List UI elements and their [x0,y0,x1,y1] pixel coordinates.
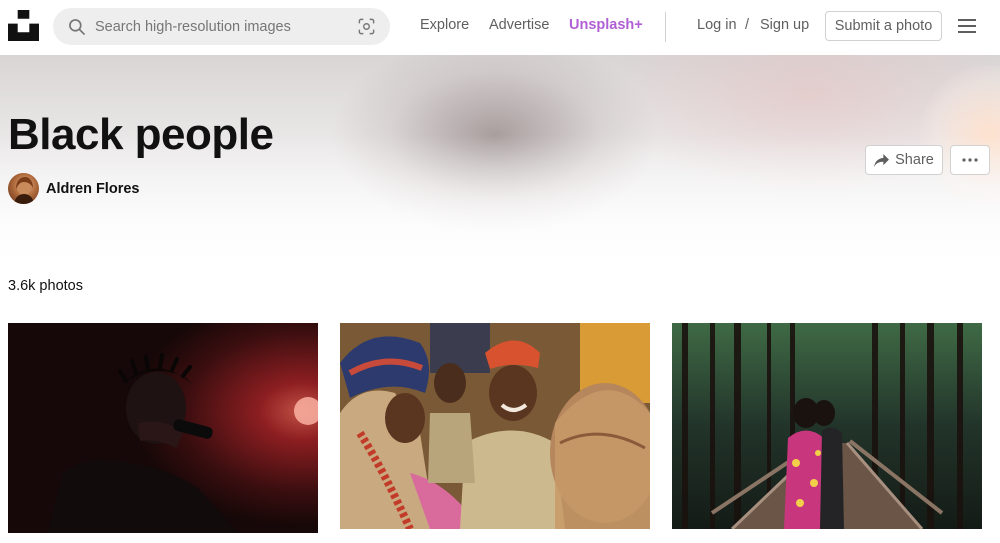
visual-search-icon[interactable] [357,17,376,36]
auth-separator: / [745,17,750,33]
avatar-portrait [14,177,34,204]
share-label: Share [895,152,934,168]
search-icon[interactable] [67,17,87,37]
signup-link[interactable]: Sign up [760,17,809,33]
photo-card-forest-walk[interactable] [672,323,982,529]
share-arrow-icon [874,153,890,167]
nav-divider [665,12,666,42]
login-link[interactable]: Log in [697,17,737,33]
nav-advertise-link[interactable]: Advertise [489,17,549,33]
search-bar [53,8,390,45]
photo-count: 3.6k photos [8,278,83,294]
collection-title: Black people [8,110,274,159]
photo-card-performer[interactable] [8,323,318,533]
share-button[interactable]: Share [865,145,943,175]
photo-card-wedding[interactable] [340,323,650,529]
hamburger-menu-icon[interactable] [958,18,976,34]
submit-photo-button[interactable]: Submit a photo [825,11,942,41]
more-actions-button[interactable] [950,145,990,175]
nav-unsplash-plus-link[interactable]: Unsplash+ [569,17,643,33]
search-input[interactable] [95,8,345,45]
nav-explore-link[interactable]: Explore [420,17,469,33]
unsplash-logo-icon[interactable] [8,10,39,41]
author-name-link[interactable]: Aldren Flores [46,181,139,197]
ellipsis-icon [962,158,978,162]
top-navbar: Explore Advertise Unsplash+ Log in / Sig… [0,0,1000,55]
photo-performer-image [8,323,318,533]
author-avatar[interactable] [8,173,39,204]
photo-wedding-image [340,323,650,529]
collection-hero-background [0,55,1000,273]
photo-forest-image [672,323,982,529]
